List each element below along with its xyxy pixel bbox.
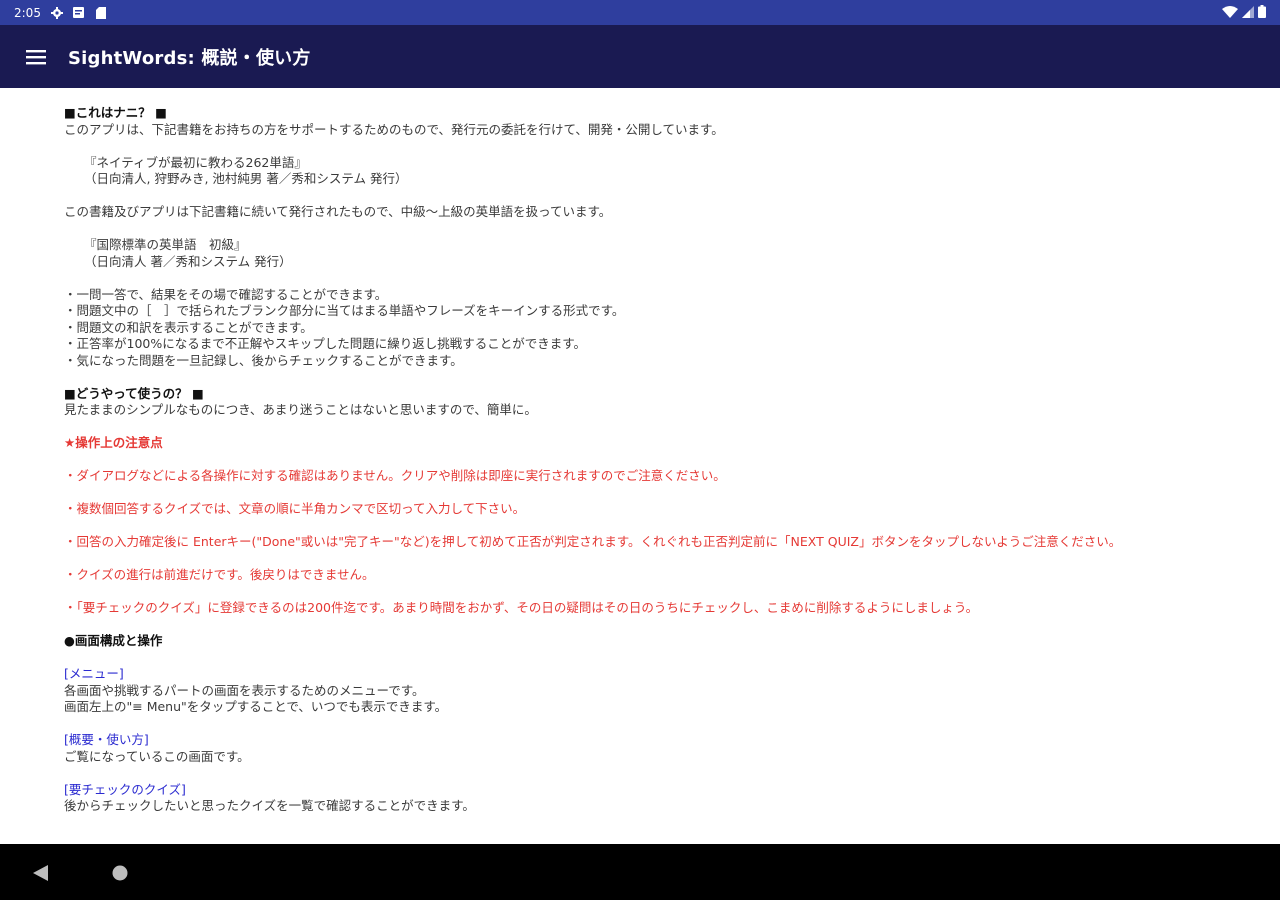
note-item: ・回答の入力確定後に Enterキー("Done"或いは"完了キー"など)を押し… (64, 534, 1122, 549)
app-bar: SightWords: 概説・使い方 (0, 25, 1280, 88)
battery-icon (1258, 3, 1266, 22)
status-bar-left: 2:05 (14, 6, 107, 20)
home-circle-icon[interactable] (112, 865, 128, 881)
feature-item: ・問題文の和訳を表示することができます。 (64, 319, 313, 335)
wifi-icon (1222, 3, 1238, 22)
note-item: ・複数個回答するクイズでは、文章の順に半角カンマで区切って入力して下さい。 (64, 501, 526, 516)
book2-title: 『国際標準の英単語 初級』 (84, 237, 247, 252)
help-content[interactable]: ■これはナニ？ ■ このアプリは、下記書籍をお持ちの方をサポートするためのもので… (64, 105, 1224, 843)
status-time: 2:05 (14, 5, 41, 20)
gear-icon (50, 6, 63, 19)
link-check-quizzes[interactable]: [要チェックのクイズ] (64, 782, 1224, 799)
status-bar: 2:05 (0, 0, 1280, 25)
note-item: ・クイズの進行は前進だけです。後戻りはできません。 (64, 567, 375, 582)
screen-desc: 後からチェックしたいと思ったクイズを一覧で確認することができます。 (64, 798, 475, 813)
book1-authors: （日向清人, 狩野みき, 池村純男 著／秀和システム 発行） (84, 171, 408, 186)
feature-item: ・正答率が100%になるまで不正解やスキップした問題に繰り返し挑戦することができ… (64, 336, 586, 351)
note-item: ・「要チェックのクイズ」に登録できるのは200件迄です。あまり時間をおかず、その… (64, 600, 979, 615)
feature-item: ・気になった問題を一旦記録し、後からチェックすることができます。 (64, 352, 463, 368)
status-bar-right (1222, 3, 1266, 22)
app-title: SightWords: 概説・使い方 (68, 47, 311, 69)
feature-item: ・一問一答で、結果をその場で確認することができます。 (64, 286, 388, 302)
section-intro-text: このアプリは、下記書籍をお持ちの方をサポートするためのもので、発行元の委託を行け… (64, 121, 724, 137)
screen-desc: 各画面や挑戦するパートの画面を表示するためのメニューです。 (64, 682, 425, 698)
note-item: ・ダイアログなどによる各操作に対する確認はありません。クリアや削除は即座に実行さ… (64, 468, 726, 483)
section-heading-how-to-use: ■どうやって使うの？ ■ (64, 385, 204, 401)
screen-desc: 画面左上の"≡ Menu"をタップすることで、いつでも表示できます。 (64, 699, 448, 714)
signal-icon (1242, 3, 1254, 22)
link-menu[interactable]: [メニュー] (64, 666, 1224, 683)
link-overview-usage[interactable]: [概要・使い方] (64, 732, 1224, 749)
book1-title: 『ネイティブが最初に教わる262単語』 (84, 154, 307, 170)
hamburger-menu-icon[interactable] (24, 45, 48, 69)
screens-heading: ●画面構成と操作 (64, 633, 163, 648)
book2-authors: （日向清人 著／秀和システム 発行） (84, 253, 292, 269)
section-heading-what-is-this: ■これはナニ？ ■ (64, 105, 167, 120)
section-intro-text: 見たままのシンプルなものにつき、あまり迷うことはないと思いますので、簡単に。 (64, 402, 537, 417)
navigation-bar (0, 844, 1280, 900)
section-mid-text: この書籍及びアプリは下記書籍に続いて発行されたもので、中級〜上級の英単語を扱って… (64, 204, 612, 219)
back-triangle-icon[interactable] (30, 864, 50, 882)
notes-heading: ★操作上の注意点 (64, 435, 163, 450)
feature-item: ・問題文中の［ ］で括られたブランク部分に当てはまる単語やフレーズをキーインする… (64, 303, 625, 318)
screen-desc: ご覧になっているこの画面です。 (64, 748, 250, 764)
sd-card-icon (95, 6, 107, 19)
notification-icon (73, 7, 85, 19)
